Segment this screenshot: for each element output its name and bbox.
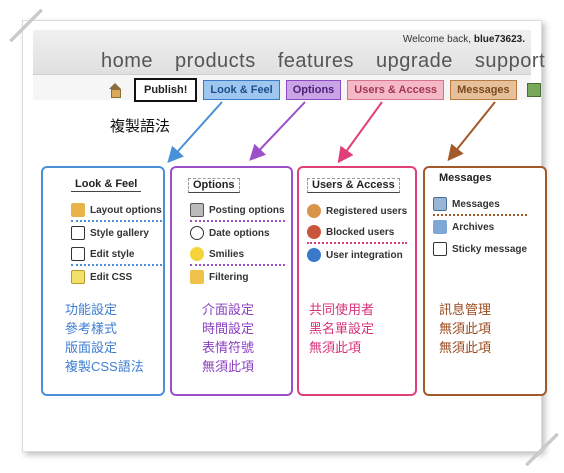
item-blocked-users[interactable]: Blocked users — [307, 222, 408, 244]
folder-icon — [433, 220, 447, 234]
panel-title: Look & Feel — [71, 178, 142, 192]
item-smilies[interactable]: Smilies — [190, 244, 285, 266]
clock-icon — [190, 226, 204, 240]
users-items: Registered users Blocked users User inte… — [307, 200, 408, 266]
filter-icon — [190, 270, 204, 284]
users-notes: 共同使用者 黑名單設定 無須此項 — [309, 302, 375, 355]
item-sticky-message[interactable]: Sticky message — [433, 238, 527, 260]
globe-icon — [307, 248, 321, 262]
item-edit-css[interactable]: Edit CSS — [71, 266, 162, 288]
arrow-messages — [447, 101, 496, 162]
options-items: Posting options Date options Smilies Fil… — [190, 200, 285, 288]
item-archives[interactable]: Archives — [433, 216, 527, 238]
panel-options: Options Posting options Date options Smi… — [170, 166, 293, 396]
edit-style-icon — [71, 247, 85, 261]
panel-look-and-feel: Look & Feel Layout options Style gallery… — [41, 166, 165, 396]
look-notes: 功能設定 參考樣式 版面設定 複製CSS語法 — [65, 302, 144, 374]
gallery-icon — [71, 226, 85, 240]
panel-title: Options — [188, 178, 240, 193]
messages-items: Messages Archives Sticky message — [433, 194, 528, 260]
item-user-integration[interactable]: User integration — [307, 244, 407, 266]
panel-messages: Messages Messages Archives Sticky messag… — [423, 166, 547, 396]
item-posting-options[interactable]: Posting options — [190, 200, 285, 222]
item-messages[interactable]: Messages — [433, 194, 528, 216]
smiley-icon — [190, 247, 204, 261]
arrow-look — [167, 101, 223, 163]
arrow-options — [249, 101, 306, 161]
item-filtering[interactable]: Filtering — [190, 266, 285, 288]
item-date-options[interactable]: Date options — [190, 222, 285, 244]
panel-title: Messages — [439, 172, 492, 184]
arrow-users — [337, 101, 383, 164]
item-layout-options[interactable]: Layout options — [71, 200, 162, 222]
panel-users-access: Users & Access Registered users Blocked … — [297, 166, 417, 396]
users-icon — [307, 204, 321, 218]
sticky-icon — [433, 242, 447, 256]
item-registered-users[interactable]: Registered users — [307, 200, 407, 222]
blocked-icon — [307, 225, 321, 239]
options-notes: 介面設定 時間設定 表情符號 無須此項 — [202, 302, 255, 374]
tools-icon — [190, 203, 204, 217]
edit-css-icon — [71, 270, 85, 284]
layout-icon — [71, 203, 85, 217]
item-style-gallery[interactable]: Style gallery — [71, 222, 162, 244]
messages-icon — [433, 197, 447, 211]
messages-notes: 訊息管理 無須此項 無須此項 — [439, 302, 492, 355]
look-items: Layout options Style gallery Edit style … — [71, 200, 162, 288]
panel-title: Users & Access — [307, 178, 400, 193]
item-edit-style[interactable]: Edit style — [71, 244, 162, 266]
